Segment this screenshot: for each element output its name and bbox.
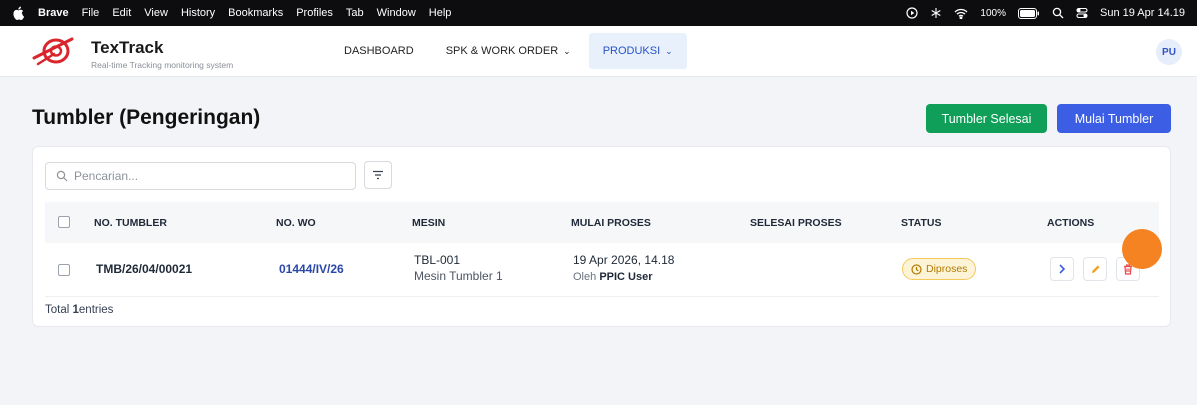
menu-app-name[interactable]: Brave: [38, 7, 69, 19]
col-mulai-proses[interactable]: MULAI PROSES: [571, 217, 651, 229]
main-nav: DASHBOARD SPK & WORK ORDER ⌄ PRODUKSI ⌄: [330, 33, 687, 69]
clock-icon: [911, 263, 922, 275]
nav-spk-work-order[interactable]: SPK & WORK ORDER ⌄: [432, 33, 585, 69]
nav-produksi-label: PRODUKSI: [602, 45, 661, 57]
table-card: Pencarian... NO. TUMBLER NO. WO MESIN MU…: [32, 146, 1171, 327]
total-prefix: Total: [45, 304, 70, 316]
spotlight-search-icon[interactable]: [1052, 7, 1064, 19]
wifi-icon[interactable]: [954, 8, 968, 19]
chevron-down-icon: ⌄: [665, 45, 673, 56]
col-mesin[interactable]: MESIN: [412, 217, 445, 229]
cell-no-tumbler: TMB/26/04/00021: [96, 262, 193, 276]
select-all-checkbox[interactable]: [58, 216, 70, 228]
col-actions: ACTIONS: [1047, 217, 1095, 229]
clock-datetime[interactable]: Sun 19 Apr 14.19: [1100, 7, 1185, 19]
pencil-icon: [1091, 265, 1099, 273]
menu-history[interactable]: History: [181, 7, 215, 19]
filter-button[interactable]: [364, 161, 392, 189]
nav-dashboard-label: DASHBOARD: [344, 45, 414, 57]
edit-button[interactable]: [1083, 257, 1107, 281]
textrack-logo-icon[interactable]: [32, 36, 76, 68]
search-input[interactable]: Pencarian...: [45, 162, 356, 190]
user-avatar[interactable]: PU: [1156, 39, 1182, 65]
mulai-by-prefix: Oleh: [573, 271, 597, 283]
chevron-down-icon: ⌄: [563, 45, 571, 56]
menu-profiles[interactable]: Profiles: [296, 7, 333, 19]
menu-bookmarks[interactable]: Bookmarks: [228, 7, 283, 19]
system-menu-bar: Brave File Edit View History Bookmarks P…: [0, 0, 1197, 26]
filter-icon: [373, 170, 383, 180]
snowflake-icon[interactable]: [930, 7, 942, 19]
control-center-icon[interactable]: [1076, 7, 1088, 19]
mulai-tumbler-button[interactable]: Mulai Tumbler: [1057, 104, 1171, 133]
cell-mulai-time: 19 Apr 2026, 14.18: [573, 253, 675, 267]
app-header: TexTrack Real-time Tracking monitoring s…: [0, 26, 1197, 77]
table-row[interactable]: TMB/26/04/00021 01444/IV/26 TBL-001 Mesi…: [45, 243, 1159, 297]
nav-spk-label: SPK & WORK ORDER: [445, 45, 559, 57]
cell-mesin-code: TBL-001: [414, 253, 461, 267]
chevron-right-icon: [1059, 264, 1066, 274]
cell-no-wo-link[interactable]: 01444/IV/26: [279, 262, 344, 276]
menu-tab[interactable]: Tab: [346, 7, 364, 19]
tumbler-selesai-button[interactable]: Tumbler Selesai: [926, 104, 1047, 133]
search-icon: [56, 170, 68, 182]
mulai-by-user: PPIC User: [599, 271, 653, 283]
nav-produksi[interactable]: PRODUKSI ⌄: [588, 33, 687, 69]
col-no-tumbler[interactable]: NO. TUMBLER: [94, 217, 167, 229]
play-status-icon[interactable]: [906, 7, 919, 19]
row-checkbox[interactable]: [58, 264, 70, 276]
table-header: NO. TUMBLER NO. WO MESIN MULAI PROSES SE…: [45, 202, 1159, 243]
brand-subtitle: Real-time Tracking monitoring system: [91, 60, 234, 70]
col-no-wo[interactable]: NO. WO: [276, 217, 316, 229]
col-status[interactable]: STATUS: [901, 217, 941, 229]
nav-dashboard[interactable]: DASHBOARD: [330, 33, 428, 69]
apple-icon[interactable]: [12, 6, 26, 20]
menu-file[interactable]: File: [82, 7, 100, 19]
menu-help[interactable]: Help: [429, 7, 452, 19]
search-placeholder: Pencarian...: [74, 169, 139, 183]
total-suffix: entries: [78, 304, 114, 316]
cell-mulai-by: Oleh PPIC User: [573, 271, 653, 283]
battery-icon[interactable]: [1017, 7, 1040, 19]
brand-title: TexTrack: [91, 38, 164, 57]
menu-window[interactable]: Window: [377, 7, 416, 19]
menu-edit[interactable]: Edit: [112, 7, 131, 19]
total-entries: Total 1entries: [45, 304, 113, 316]
page-title: Tumbler (Pengeringan): [32, 106, 261, 129]
cursor-indicator: [1122, 229, 1162, 269]
col-selesai-proses[interactable]: SELESAI PROSES: [750, 217, 842, 229]
status-label: Diproses: [926, 263, 968, 275]
status-badge: Diproses: [902, 258, 977, 280]
battery-percent: 100%: [980, 7, 1006, 19]
menu-view[interactable]: View: [144, 7, 168, 19]
cell-mesin-name: Mesin Tumbler 1: [414, 269, 503, 283]
view-detail-button[interactable]: [1050, 257, 1074, 281]
